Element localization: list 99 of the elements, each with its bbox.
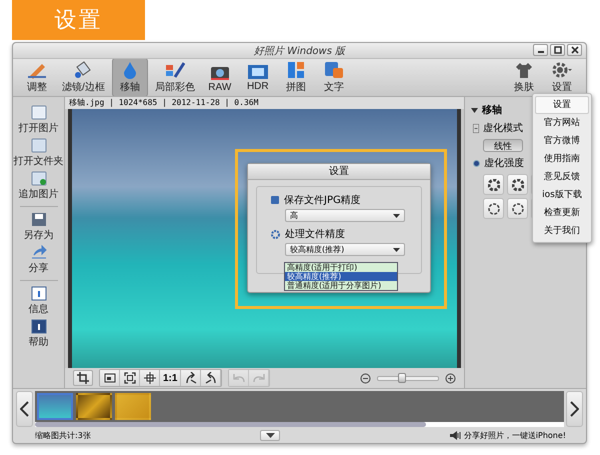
rotate-left-icon	[184, 372, 197, 384]
sidebar-button[interactable]: 帮助	[28, 319, 48, 349]
menu-item[interactable]: 设置	[535, 96, 589, 114]
toolbar-tab[interactable]: 移轴	[112, 58, 148, 97]
toolbar-tab[interactable]: HDR	[240, 60, 276, 94]
rotate-right-icon	[204, 372, 217, 384]
slider-thumb[interactable]	[398, 372, 406, 382]
sidebar-button[interactable]: 分享	[28, 245, 48, 275]
close-button[interactable]	[567, 44, 582, 56]
radio-dot-icon	[473, 160, 480, 166]
toolbar-tab[interactable]: 文字	[316, 58, 352, 97]
toolbar-button[interactable]: 设置	[544, 58, 580, 97]
thumbnail-count: 缩略图共计:3张	[35, 430, 91, 440]
pencil-icon	[27, 61, 47, 79]
center-button[interactable]	[140, 370, 160, 386]
menu-item[interactable]: 官方微博	[535, 132, 589, 150]
zoom-out-icon[interactable]	[360, 372, 371, 384]
dropdown-option[interactable]: 普通精度(适用于分享图片)	[285, 281, 397, 290]
gear-icon	[271, 230, 280, 238]
brush-icon	[164, 61, 185, 79]
redo-icon	[252, 373, 265, 383]
image-icon	[104, 373, 116, 383]
aperture-button[interactable]	[507, 174, 528, 195]
rotate-right-button[interactable]	[201, 370, 222, 386]
window-title: 好照片 Windows 版	[254, 44, 346, 58]
caret-icon	[393, 248, 400, 252]
crop-icon	[77, 372, 89, 384]
dropdown-option[interactable]: 较高精度(推荐)	[285, 272, 397, 281]
zoom-slider[interactable]	[377, 376, 439, 380]
crop-button[interactable]	[73, 370, 93, 386]
menu-item[interactable]: 关于我们	[535, 222, 589, 240]
toolbar-tab[interactable]: 滤镜/边框	[57, 58, 110, 97]
dropdown-option[interactable]: 高精度(适用于打印)	[285, 263, 397, 272]
aperture-button[interactable]	[483, 198, 504, 219]
sidebar-button[interactable]: 打开文件夹	[14, 138, 64, 168]
maximize-icon	[554, 46, 562, 54]
rotate-left-button[interactable]	[181, 370, 202, 386]
share-arrow-icon	[30, 245, 46, 260]
toolbar-tab[interactable]: 调整	[19, 58, 55, 97]
mode-icon	[473, 124, 479, 132]
sidebar-button[interactable]: 打开图片	[18, 105, 58, 135]
aperture-button[interactable]	[483, 174, 504, 195]
menu-item[interactable]: ios版下载	[535, 186, 589, 204]
toolbar-tab[interactable]: RAW	[202, 60, 238, 96]
toolbar-tab[interactable]: 局部彩色	[150, 58, 200, 97]
jpg-quality-select[interactable]: 高	[285, 209, 405, 222]
panel-title: 移轴	[482, 104, 502, 117]
sidebar-button[interactable]: 信息	[28, 286, 48, 316]
file-icon	[30, 105, 46, 120]
caret-down-icon[interactable]	[471, 106, 478, 114]
process-quality-select[interactable]: 较高精度(推荐)	[285, 243, 405, 256]
dialog-title: 设置	[248, 164, 430, 180]
zoom-in-icon[interactable]	[445, 372, 456, 384]
frame-icon	[124, 372, 136, 384]
aperture-icon	[512, 178, 524, 190]
golden-photo-placeholder[interactable]	[76, 393, 112, 420]
mode-toggle[interactable]: 线性	[483, 139, 523, 152]
actual-size-button[interactable]: 1:1	[160, 370, 182, 386]
collapse-button[interactable]	[260, 430, 280, 440]
menu-item[interactable]: 意见反馈	[535, 168, 589, 186]
water-drop-icon	[122, 61, 137, 79]
sidebar-button[interactable]: 另存为	[24, 212, 54, 242]
menu-item[interactable]: 使用指南	[535, 150, 589, 168]
image-info: 移轴.jpg | 1024*685 | 2012-11-28 | 0.36M	[65, 97, 464, 109]
aperture-icon	[512, 202, 524, 214]
close-icon	[570, 46, 578, 54]
info-icon	[30, 286, 46, 301]
section-label: 虚化强度	[484, 156, 524, 170]
sidebar-button[interactable]: 追加图片	[18, 171, 58, 201]
field-label: 保存文件JPG精度	[284, 194, 361, 207]
minimize-button[interactable]	[533, 44, 548, 56]
caret-down-icon	[266, 432, 275, 438]
toolbar-tab[interactable]: 拼图	[278, 58, 314, 97]
section-label: 虚化模式	[483, 122, 523, 135]
undo-icon	[232, 373, 245, 383]
aperture-button[interactable]	[507, 198, 528, 219]
aperture-icon	[488, 202, 500, 214]
toolbar-button[interactable]: 换肤	[506, 58, 542, 97]
fit-button[interactable]	[100, 370, 120, 386]
scrollbar[interactable]	[35, 422, 564, 427]
maximize-button[interactable]	[550, 44, 565, 56]
menu-item[interactable]: 官方网站	[535, 114, 589, 132]
settings-icon	[551, 61, 573, 79]
promo-link[interactable]: 分享好照片，一键送iPhone!	[464, 430, 566, 440]
shirt-icon	[515, 61, 533, 79]
next-button[interactable]	[566, 391, 583, 427]
grid-icon	[286, 61, 305, 79]
chevron-right-icon	[570, 401, 579, 417]
fullscreen-button[interactable]	[120, 370, 140, 386]
aperture-icon	[488, 178, 500, 190]
previous-button[interactable]	[16, 391, 33, 427]
banner-title: 设置	[12, 0, 145, 40]
menu-item[interactable]: 检查更新	[535, 204, 589, 222]
chevron-left-icon	[20, 401, 29, 417]
move-icon	[144, 372, 156, 384]
speaker-icon	[450, 430, 461, 440]
field-label: 处理文件精度	[285, 228, 345, 241]
caret-icon	[393, 214, 400, 218]
image-add-icon	[30, 171, 46, 186]
